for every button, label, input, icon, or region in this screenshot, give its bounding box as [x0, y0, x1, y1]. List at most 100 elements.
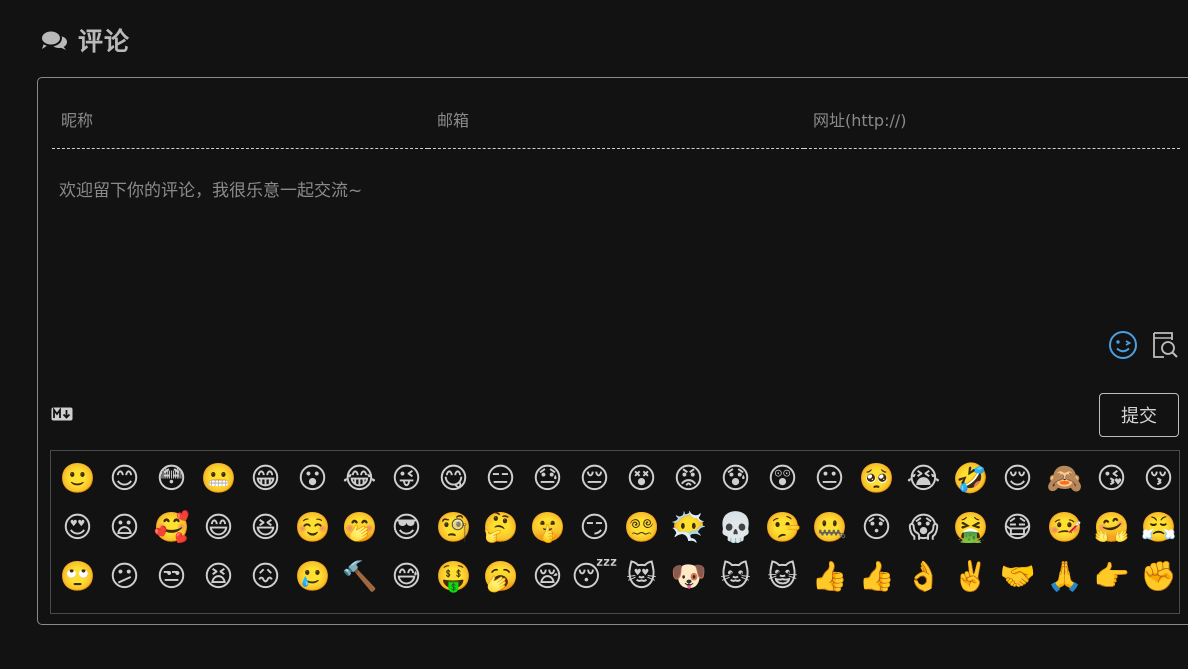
- emoji-item[interactable]: 😕: [101, 561, 148, 610]
- emoji-item[interactable]: 🤑: [430, 561, 477, 610]
- emoji-item[interactable]: 👍: [806, 561, 853, 610]
- submit-button[interactable]: 提交: [1099, 393, 1179, 437]
- emoji-item[interactable]: 😜: [383, 463, 430, 512]
- emoji-item[interactable]: 😬: [195, 463, 242, 512]
- emoji-glyph: 🥺: [858, 461, 895, 495]
- emoji-item[interactable]: 😪: [524, 561, 571, 610]
- emoji-glyph: 😯: [861, 510, 892, 544]
- emoji-item[interactable]: 😰: [712, 463, 759, 512]
- emoji-item[interactable]: 😵‍💫: [618, 512, 665, 561]
- emoji-item[interactable]: 😦: [101, 512, 148, 561]
- markdown-icon[interactable]: [51, 406, 73, 422]
- emoji-item[interactable]: 💀: [712, 512, 759, 561]
- emoji-item[interactable]: 🤣: [947, 463, 994, 512]
- emoji-glyph: 🤣: [952, 461, 989, 495]
- emoji-glyph: 👍: [811, 559, 848, 593]
- emoji-item[interactable]: 🥱: [477, 561, 524, 610]
- emoji-item[interactable]: 😶‍🌫️: [665, 512, 712, 561]
- emoji-item[interactable]: 😻: [618, 561, 665, 610]
- emoji-item[interactable]: 🐱: [712, 561, 759, 610]
- emoji-item[interactable]: 👍: [853, 561, 900, 610]
- emoji-item[interactable]: 😄: [195, 512, 242, 561]
- emoji-item[interactable]: 😵: [618, 463, 665, 512]
- emoji-item[interactable]: 👉: [1088, 561, 1135, 610]
- emoji-item[interactable]: 🤥: [759, 512, 806, 561]
- emoji-item[interactable]: 😷: [994, 512, 1041, 561]
- emoji-item[interactable]: 🥰: [148, 512, 195, 561]
- emoji-item[interactable]: 😤: [1135, 512, 1179, 561]
- emoji-item[interactable]: 🤗: [1088, 512, 1135, 561]
- emoji-item[interactable]: ☺️: [289, 512, 336, 561]
- emoji-item[interactable]: 😴: [571, 561, 618, 610]
- emoji-item[interactable]: 🤔: [477, 512, 524, 561]
- emoji-item[interactable]: 😎: [383, 512, 430, 561]
- email-input[interactable]: [435, 106, 778, 134]
- emoji-item[interactable]: 🥺: [853, 463, 900, 512]
- emoji-item[interactable]: 🤫: [524, 512, 571, 561]
- emoji-item[interactable]: 👌: [900, 561, 947, 610]
- emoji-glyph: 😪: [532, 559, 563, 593]
- emoji-item[interactable]: 🤝: [994, 561, 1041, 610]
- emoji-item[interactable]: 😋: [430, 463, 477, 512]
- emoji-item[interactable]: 🤐: [806, 512, 853, 561]
- emoji-item[interactable]: 😘: [1088, 463, 1135, 512]
- emoji-glyph: 🙂: [59, 461, 96, 495]
- emoji-item[interactable]: 🐶: [665, 561, 712, 610]
- emoji-item[interactable]: 🥲: [289, 561, 336, 610]
- emoji-glyph: 🤥: [764, 510, 801, 544]
- emoji-item[interactable]: 😆: [242, 512, 289, 561]
- emoji-item[interactable]: 😐: [806, 463, 853, 512]
- emoji-item[interactable]: 😊: [101, 463, 148, 512]
- emoji-item[interactable]: 🙈: [1041, 463, 1088, 512]
- emoji-item[interactable]: 🤮: [947, 512, 994, 561]
- emoji-item[interactable]: 😺: [759, 561, 806, 610]
- emoji-item[interactable]: 😅: [383, 561, 430, 610]
- emoji-item[interactable]: ✌️: [947, 561, 994, 610]
- emoji-item[interactable]: 😚: [1135, 463, 1179, 512]
- emoji-glyph: 😫: [203, 559, 234, 593]
- emoji-glyph: 😲: [767, 461, 798, 495]
- nickname-input[interactable]: [59, 106, 402, 134]
- emoji-glyph: 😂: [342, 461, 377, 495]
- mail-field-wrapper: [428, 78, 804, 149]
- emoji-item[interactable]: 😌: [994, 463, 1041, 512]
- emoji-item[interactable]: 😡: [665, 463, 712, 512]
- emoji-glyph: 😁: [250, 461, 281, 495]
- emoji-item[interactable]: 🙄: [54, 561, 101, 610]
- emoji-item[interactable]: 🔨: [336, 561, 383, 610]
- user-info-fields: [52, 78, 1180, 149]
- website-input[interactable]: [811, 106, 1154, 134]
- emoji-glyph: 🐶: [670, 559, 707, 593]
- emoji-item[interactable]: 😳: [148, 463, 195, 512]
- emoji-item[interactable]: 🙏: [1041, 561, 1088, 610]
- emoji-item[interactable]: 🤒: [1041, 512, 1088, 561]
- emoji-item[interactable]: 😫: [195, 561, 242, 610]
- emoji-item[interactable]: 😏: [571, 512, 618, 561]
- emoji-item[interactable]: 😓: [524, 463, 571, 512]
- emoji-item[interactable]: 😖: [242, 561, 289, 610]
- emoji-item[interactable]: 😭: [900, 463, 947, 512]
- emoji-item[interactable]: 😯: [853, 512, 900, 561]
- emoji-item[interactable]: 😂: [336, 463, 383, 512]
- emoji-item[interactable]: ✊: [1135, 561, 1179, 610]
- emoji-item[interactable]: 🧐: [430, 512, 477, 561]
- emoji-glyph: 🤔: [482, 510, 519, 544]
- emoji-item[interactable]: 🤭: [336, 512, 383, 561]
- emoji-item[interactable]: 🙂: [54, 463, 101, 512]
- emoji-picker: 🙂 😊 😳 😬 😁 😮 😂 😜 😋 😑 😓 😔 😵 😡 😰 😲 😐 🥺 😭 🤣 😌 🙈 😘 😚 😍 😦 🥰 😄 😆 ☺️ 🤭 😎 🧐 🤔 🤫 😏 😵‍💫…: [50, 450, 1180, 614]
- emoji-glyph: ☺️: [294, 510, 331, 544]
- emoji-item[interactable]: 😮: [289, 463, 336, 512]
- emoji-item[interactable]: 😍: [54, 512, 101, 561]
- emoji-item[interactable]: 😔: [571, 463, 618, 512]
- emoji-item[interactable]: 😒: [148, 561, 195, 610]
- emoji-glyph: 😰: [720, 461, 751, 495]
- emoji-item[interactable]: 😁: [242, 463, 289, 512]
- emoji-item[interactable]: 😑: [477, 463, 524, 512]
- emoji-toggle-icon[interactable]: [1107, 329, 1139, 361]
- emoji-item[interactable]: 😲: [759, 463, 806, 512]
- emoji-item[interactable]: 😱: [900, 512, 947, 561]
- preview-toggle-icon[interactable]: [1149, 329, 1181, 361]
- comment-textarea[interactable]: [57, 174, 1161, 318]
- emoji-glyph: 😎: [391, 510, 422, 544]
- emoji-glyph: 😒: [156, 559, 187, 593]
